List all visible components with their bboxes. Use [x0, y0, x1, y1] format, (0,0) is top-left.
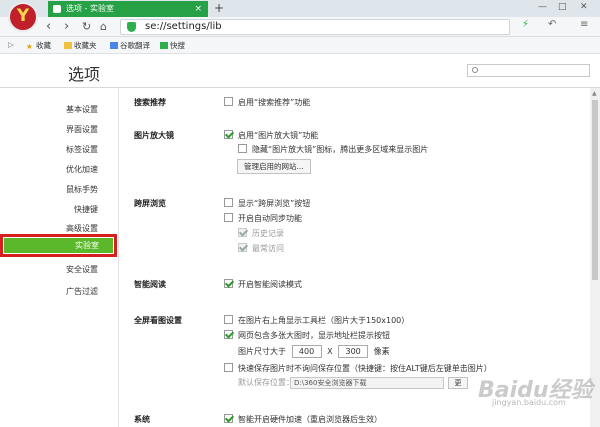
image-size-label: 图片尺寸大于 — [238, 347, 286, 356]
section-title-search-rec: 搜索推荐 — [134, 98, 166, 107]
title-bar: 选项 - 实验室 × + — □ ✕ — [0, 0, 600, 17]
forward-button[interactable]: › — [64, 18, 69, 36]
smart-read-option[interactable]: 开启智能阅读模式 — [224, 279, 302, 290]
maximize-button[interactable]: □ — [558, 2, 567, 12]
checkbox[interactable] — [224, 279, 233, 288]
sync-most-visited-option: 最常访问 — [238, 243, 284, 254]
section-title-system: 系统 — [134, 415, 150, 424]
section-title-cross-screen: 跨屏浏览 — [134, 199, 166, 208]
section-title-fullscreen-image: 全屏看图设置 — [134, 316, 182, 325]
folder-icon — [64, 42, 72, 49]
scroll-up-arrow-icon[interactable]: ▲ — [592, 90, 597, 97]
tab-favicon-icon — [53, 5, 61, 13]
minimize-button[interactable]: — — [538, 2, 547, 12]
hardware-accel-option[interactable]: 智能开启硬件加速（重启浏览器后生效） — [224, 414, 382, 425]
bookmarks-bar: ▷ ★ 收藏 收藏夹 谷歌翻译 快搜 — [0, 37, 600, 54]
checkbox[interactable] — [224, 315, 233, 324]
scroll-thumb[interactable] — [592, 100, 598, 280]
bookmarks-toggle-icon[interactable]: ▷ — [8, 40, 14, 49]
address-bar[interactable]: se://settings/lib — [120, 19, 510, 35]
sidebar-divider — [118, 88, 119, 427]
change-path-button[interactable]: 更 — [448, 377, 468, 389]
sidebar-item-mouse-gestures[interactable]: 鼠标手势 — [0, 184, 98, 195]
auto-sync-option[interactable]: 开启自动同步功能 — [224, 213, 302, 224]
sidebar-item-adblock[interactable]: 广告过滤 — [0, 286, 98, 297]
sidebar-item-lab[interactable]: 实验室 — [0, 234, 117, 257]
magnifier-hide-icon-option[interactable]: 隐藏“图片放大镜”图标，腾出更多区域来显示图片 — [238, 144, 428, 155]
checkbox[interactable] — [224, 130, 233, 139]
watermark-url: jingyan.baidu.com — [492, 398, 566, 407]
search-rec-option[interactable]: 启用“搜索推荐”功能 — [224, 97, 310, 108]
close-window-button[interactable]: ✕ — [580, 2, 588, 12]
sidebar-item-interface[interactable]: 界面设置 — [0, 124, 98, 135]
sync-history-option: 历史记录 — [238, 228, 284, 239]
checkbox — [238, 243, 247, 252]
sidebar-item-label: 实验室 — [4, 238, 113, 253]
back-button[interactable]: ‹ — [46, 18, 51, 36]
search-icon — [160, 42, 168, 49]
settings-search-input[interactable] — [467, 64, 590, 77]
sidebar-item-advanced[interactable]: 高级设置 — [0, 223, 98, 234]
quick-save-option[interactable]: 快速保存图片时不询问保存位置（快捷键：按住ALT键后左键单击图片） — [224, 363, 492, 374]
toolbar-topright-option[interactable]: 在图片右上角显示工具栏（图片大于150x100） — [224, 315, 409, 326]
section-title-smart-read: 智能阅读 — [134, 280, 166, 289]
star-icon: ★ — [26, 42, 33, 51]
checkbox[interactable] — [224, 363, 233, 372]
sidebar-item-tabs[interactable]: 标签设置 — [0, 144, 98, 155]
size-x-label: X — [327, 347, 333, 356]
magnifier-enable-option[interactable]: 启用“图片放大镜”功能 — [224, 130, 318, 141]
save-path-input: D:\360安全浏览器下载 — [290, 377, 444, 389]
menu-button[interactable]: ≡ — [580, 19, 588, 30]
manage-sites-button[interactable]: 管理启用的网站... — [237, 159, 311, 174]
checkbox[interactable] — [224, 414, 233, 423]
image-height-input[interactable]: 300 — [338, 345, 369, 358]
active-tab[interactable]: 选项 - 实验室 × — [48, 1, 208, 17]
sidebar-item-security[interactable]: 安全设置 — [0, 264, 98, 275]
navigation-bar: ‹ › ↻ ⌂ se://settings/lib ⚡ ↶ ≡ — [0, 17, 600, 37]
bookmark-item[interactable]: ★ 收藏 — [26, 40, 51, 51]
reload-button[interactable]: ↻ — [82, 18, 91, 36]
translate-icon — [110, 42, 118, 49]
home-button[interactable]: ⌂ — [100, 18, 107, 36]
bookmark-item[interactable]: 快搜 — [160, 40, 185, 51]
sidebar-item-basic[interactable]: 基本设置 — [0, 104, 98, 115]
undo-icon[interactable]: ↶ — [548, 19, 556, 30]
checkbox[interactable] — [238, 144, 247, 153]
section-title-magnifier: 图片放大镜 — [134, 131, 174, 140]
sidebar-item-shortcuts[interactable]: 快捷键 — [0, 204, 98, 215]
header-divider — [0, 87, 600, 88]
search-icon — [472, 67, 478, 73]
cross-screen-button-option[interactable]: 显示“跨屏浏览”按钮 — [224, 198, 310, 209]
tab-title: 选项 - 实验室 — [66, 4, 114, 13]
checkbox[interactable] — [224, 198, 233, 207]
security-shield-icon — [127, 22, 136, 32]
save-path-label: 默认保存位置： — [238, 378, 294, 387]
checkbox — [238, 228, 247, 237]
image-width-input[interactable]: 400 — [291, 345, 322, 358]
sidebar-item-optimize[interactable]: 优化加速 — [0, 164, 98, 175]
image-size-row: 图片尺寸大于 400 X 300 像素 — [238, 344, 390, 359]
bookmark-item[interactable]: 谷歌翻译 — [110, 40, 150, 51]
lightning-icon[interactable]: ⚡ — [522, 19, 529, 30]
browser-logo-icon[interactable]: Y — [8, 2, 38, 32]
checkbox[interactable] — [224, 330, 233, 339]
tab-close-icon[interactable]: × — [194, 1, 202, 17]
size-unit-label: 像素 — [373, 347, 390, 356]
new-tab-button[interactable]: + — [214, 0, 224, 16]
multi-image-hint-option[interactable]: 网页包含多张大图时，显示地址栏提示按钮 — [224, 330, 390, 341]
bookmark-item[interactable]: 收藏夹 — [64, 40, 97, 51]
page-title: 选项 — [68, 65, 101, 84]
checkbox[interactable] — [224, 97, 233, 106]
checkbox[interactable] — [224, 213, 233, 222]
address-text: se://settings/lib — [145, 21, 222, 32]
